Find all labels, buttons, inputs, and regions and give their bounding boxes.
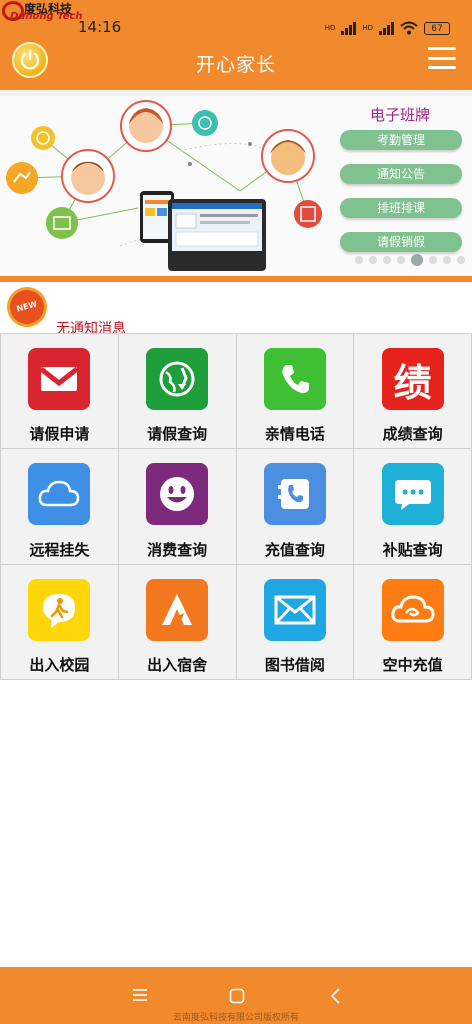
grid-item-label: 请假申请 — [29, 425, 90, 444]
grid-item-grade-query[interactable]: 绩 成绩查询 — [354, 334, 471, 449]
grid-item-label: 出入宿舍 — [147, 656, 208, 674]
carousel-dot[interactable] — [369, 256, 377, 264]
grid-item-subsidy-query[interactable]: 补贴查询 — [354, 449, 471, 564]
copyright-text: 云南度弘科技有限公司版权所有 — [172, 1013, 299, 1023]
banner-carousel[interactable]: 电子班牌 考勤管理 通知公告 排班排课 请假销假 — [0, 96, 472, 276]
hd-label-1: HD — [324, 24, 336, 32]
hd-label-2: HD — [362, 24, 373, 32]
carousel-dot[interactable] — [355, 256, 363, 264]
page-title: 开心家长 — [195, 54, 276, 76]
grid-item-dorm-access[interactable]: 出入宿舍 — [118, 564, 236, 679]
grid-item-label: 图书借阅 — [264, 656, 325, 674]
grid-item-remote-loss[interactable]: 远程挂失 — [1, 449, 118, 564]
grid-item-label: 远程挂失 — [29, 540, 90, 559]
banner-title: 电子班牌 — [370, 106, 431, 124]
banner-button-attendance[interactable]: 考勤管理 — [340, 130, 462, 150]
contact-phone-icon — [263, 463, 326, 526]
cloud-icon — [28, 463, 91, 526]
status-icons: HD HD 67 — [325, 20, 450, 36]
signal-icon-1 — [341, 21, 357, 35]
carousel-dot[interactable] — [443, 256, 451, 264]
grid-item-label: 充值查询 — [264, 540, 325, 559]
back-nav-icon[interactable] — [330, 988, 342, 1004]
carousel-dots[interactable] — [355, 254, 465, 266]
phone-icon — [263, 348, 326, 410]
watermark-logo: 度弘科技 Duhong Tech — [0, 0, 90, 24]
banner-button-schedule[interactable]: 排班排课 — [340, 198, 462, 218]
grid-item-family-phone[interactable]: 亲情电话 — [236, 334, 354, 449]
menu-icon[interactable] — [428, 47, 456, 69]
grid-item-label: 请假查询 — [147, 425, 208, 444]
carousel-dot[interactable] — [457, 256, 465, 264]
feature-grid: 请假申请 请假查询 亲情电话 绩 成绩查询 远程挂失 消费查询 充值查询 补贴查… — [0, 333, 472, 680]
globe-refresh-icon — [146, 348, 209, 410]
grid-item-campus-access[interactable]: 出入校园 — [1, 564, 118, 679]
home-nav-icon[interactable] — [229, 988, 245, 1004]
carousel-dot[interactable] — [429, 256, 437, 264]
watermark-en: Duhong Tech — [10, 11, 83, 22]
grid-item-label: 成绩查询 — [382, 425, 443, 444]
carousel-dot[interactable] — [383, 256, 391, 264]
grid-item-label: 空中充值 — [382, 656, 443, 674]
grid-item-consume-query[interactable]: 消费查询 — [118, 449, 236, 564]
battery-level: 67 — [431, 23, 443, 34]
signal-icon-2 — [379, 21, 394, 35]
wifi-icon — [400, 21, 418, 35]
grid-item-recharge-query[interactable]: 充值查询 — [236, 449, 354, 564]
grade-icon: 绩 — [381, 348, 444, 410]
menu-nav-icon[interactable] — [132, 988, 148, 1002]
grid-item-library[interactable]: 图书借阅 — [236, 564, 354, 679]
grid-item-label: 出入校园 — [29, 656, 90, 674]
walk-bubble-icon — [28, 578, 91, 641]
envelope-icon — [28, 348, 91, 410]
mail-icon — [263, 578, 326, 641]
chat-icon — [381, 463, 444, 526]
carousel-dot[interactable] — [397, 256, 405, 264]
banner-bottom-strip — [0, 276, 472, 282]
grid-item-label: 补贴查询 — [382, 540, 443, 559]
grade-glyph: 绩 — [393, 360, 432, 405]
grid-item-leave-apply[interactable]: 请假申请 — [1, 334, 118, 449]
letter-a-icon — [146, 578, 209, 641]
grid-item-air-recharge[interactable]: 空中充值 — [354, 564, 471, 679]
battery-icon: 67 — [424, 21, 450, 35]
grid-item-label: 亲情电话 — [264, 425, 325, 444]
banner-button-leave[interactable]: 请假销假 — [340, 232, 462, 252]
status-time: 14:16 — [78, 18, 122, 36]
smile-icon — [146, 463, 209, 526]
grid-item-leave-query[interactable]: 请假查询 — [118, 334, 236, 449]
carousel-dot-active[interactable] — [411, 254, 423, 266]
banner-button-notice[interactable]: 通知公告 — [340, 164, 462, 184]
grid-item-label: 消费查询 — [147, 540, 208, 559]
cloud-swirl-icon — [381, 578, 444, 641]
new-badge: NEW — [6, 286, 48, 328]
